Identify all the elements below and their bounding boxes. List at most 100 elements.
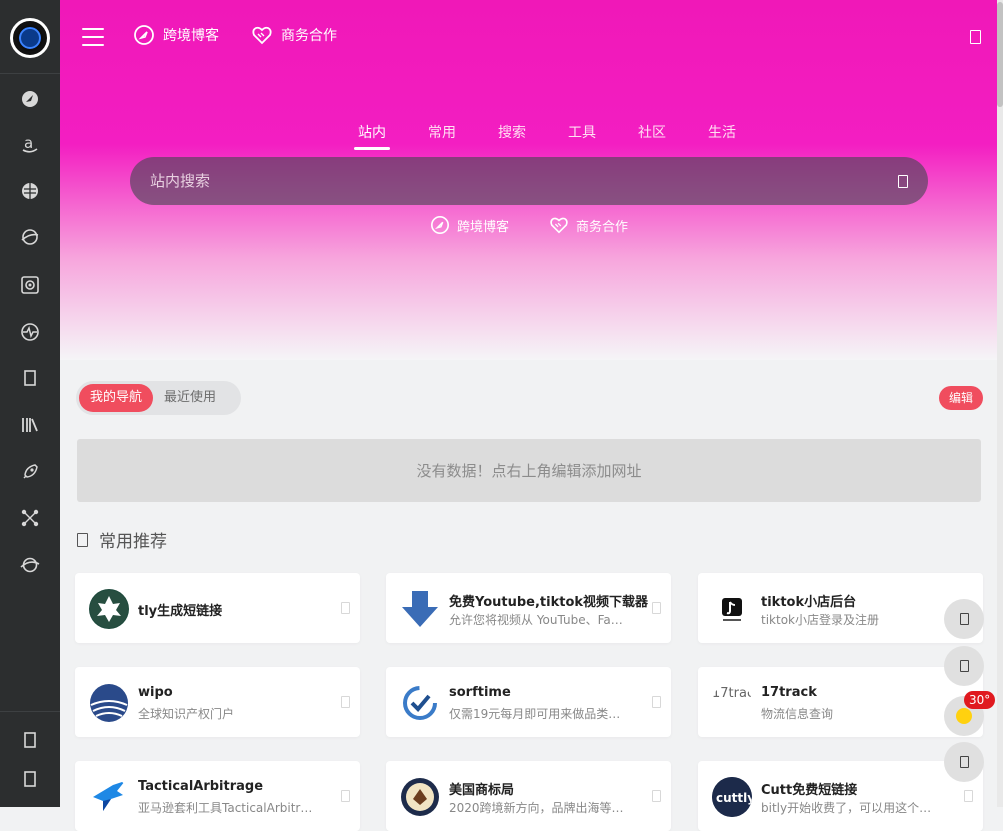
card-arrow-icon[interactable] bbox=[652, 602, 661, 614]
card-title: 美国商标局 bbox=[449, 783, 515, 798]
card-arrow-icon[interactable] bbox=[652, 790, 661, 802]
card-arrow-icon[interactable] bbox=[964, 790, 973, 802]
card-logo-tacticalarbitrage bbox=[89, 777, 129, 817]
search-input[interactable] bbox=[150, 172, 898, 190]
card-logo-cuttly: cuttly bbox=[712, 777, 752, 817]
card-logo-17track: 17track bbox=[712, 683, 752, 723]
handshake-heart-icon bbox=[252, 26, 272, 45]
card-arrow-icon[interactable] bbox=[652, 696, 661, 708]
sidebar-item-blog-icon[interactable] bbox=[18, 87, 42, 111]
float-icon bbox=[959, 613, 969, 625]
search-tab[interactable]: 搜索 bbox=[477, 122, 547, 150]
card-title: TacticalArbitrage bbox=[138, 779, 264, 794]
search-tab[interactable]: 社区 bbox=[617, 122, 687, 150]
card-desc: 2020跨境新方向，品牌出海等，站… bbox=[449, 801, 629, 815]
site-card[interactable]: 17track 17track 物流信息查询 bbox=[698, 667, 983, 737]
site-card[interactable]: cuttly Cutt免费短链接 bitly开始收费了，可以用这个替代 bbox=[698, 761, 983, 831]
svg-text:cuttly: cuttly bbox=[716, 791, 752, 805]
card-title: 17track bbox=[761, 685, 817, 700]
temperature-badge: 30° bbox=[964, 691, 996, 709]
card-title: wipo bbox=[138, 685, 173, 700]
card-logo-download bbox=[400, 589, 440, 629]
sidebar-bottom-item-icon[interactable] bbox=[18, 728, 42, 752]
site-card[interactable]: 免费Youtube,tiktok视频下载器 允许您将视频从 YouTube、Fa… bbox=[386, 573, 671, 643]
empty-message: 没有数据！点右上角编辑添加网址 bbox=[416, 462, 642, 480]
menu-icon[interactable] bbox=[82, 28, 104, 46]
sidebar-item-saturn-icon[interactable] bbox=[18, 553, 42, 577]
header-link-blog[interactable]: 跨境博客 bbox=[133, 24, 219, 46]
site-card[interactable]: sorftime 仅需19元每月即可用来做品类调研，… bbox=[386, 667, 671, 737]
header-action-icon[interactable] bbox=[970, 30, 981, 44]
card-arrow-icon[interactable] bbox=[341, 790, 350, 802]
sublink-label: 商务合作 bbox=[576, 219, 629, 235]
card-logo-sorftime bbox=[400, 683, 440, 723]
sidebar-divider bbox=[0, 73, 60, 74]
card-desc: bitly开始收费了，可以用这个替代 bbox=[761, 801, 941, 815]
header-link-label: 跨境博客 bbox=[163, 28, 219, 44]
search-tab[interactable]: 工具 bbox=[547, 122, 617, 150]
search-sublinks: 跨境博客 商务合作 bbox=[430, 215, 628, 235]
float-button[interactable] bbox=[944, 646, 984, 686]
handshake-heart-icon bbox=[550, 217, 568, 234]
sidebar-item-rocket-icon[interactable] bbox=[18, 460, 42, 484]
float-icon bbox=[959, 756, 969, 768]
sidebar: a bbox=[0, 0, 60, 807]
sidebar-item-amazon-icon[interactable]: a bbox=[18, 132, 42, 156]
search-tab[interactable]: 站内 bbox=[337, 122, 407, 150]
card-arrow-icon[interactable] bbox=[341, 696, 350, 708]
tab-my-nav[interactable]: 我的导航 bbox=[79, 384, 154, 412]
compass-icon bbox=[431, 216, 449, 234]
section-header: 常用推荐 bbox=[77, 527, 167, 552]
edit-button[interactable]: 编辑 bbox=[938, 386, 983, 410]
sidebar-item-pulse-icon[interactable] bbox=[18, 320, 42, 344]
compass-icon bbox=[134, 25, 154, 45]
sublink-blog[interactable]: 跨境博客 bbox=[430, 215, 509, 235]
sun-icon bbox=[956, 708, 972, 724]
empty-state: 没有数据！点右上角编辑添加网址 bbox=[77, 439, 981, 502]
section-icon bbox=[77, 532, 88, 547]
site-card[interactable]: tiktok小店后台 tiktok小店登录及注册 bbox=[698, 573, 983, 643]
site-card[interactable]: tly生成短链接 bbox=[75, 573, 360, 643]
site-card[interactable]: TacticalArbitrage 亚马逊套利工具TacticalArbitra… bbox=[75, 761, 360, 831]
search-submit-icon[interactable] bbox=[898, 174, 908, 188]
card-desc: 亚马逊套利工具TacticalArbitrage bbox=[138, 801, 318, 815]
sublink-business[interactable]: 商务合作 bbox=[549, 215, 628, 235]
card-desc: 全球知识产权门户 bbox=[138, 707, 235, 721]
search-bar bbox=[130, 157, 928, 205]
card-desc: tiktok小店登录及注册 bbox=[761, 613, 879, 627]
site-card[interactable]: 美国商标局 2020跨境新方向，品牌出海等，站… bbox=[386, 761, 671, 831]
float-button-top[interactable] bbox=[944, 599, 984, 639]
nav-tab-switch: 我的导航 最近使用 bbox=[76, 381, 241, 415]
tab-recent[interactable]: 最近使用 bbox=[153, 384, 227, 412]
site-logo[interactable] bbox=[10, 18, 50, 58]
site-card[interactable]: wipo 全球知识产权门户 bbox=[75, 667, 360, 737]
search-tab[interactable]: 常用 bbox=[407, 122, 477, 150]
card-desc: 仅需19元每月即可用来做品类调研，… bbox=[449, 707, 629, 721]
search-tabs: 站内 常用 搜索 工具 社区 生活 bbox=[337, 122, 757, 150]
card-desc: 允许您将视频从 YouTube、Facebook… bbox=[449, 613, 629, 627]
scrollbar-thumb[interactable] bbox=[997, 2, 1003, 107]
header-link-business[interactable]: 商务合作 bbox=[251, 24, 337, 46]
sidebar-item-planet-icon[interactable] bbox=[18, 225, 42, 249]
search-tab[interactable]: 生活 bbox=[687, 122, 757, 150]
card-logo-wipo bbox=[89, 683, 129, 723]
float-button[interactable] bbox=[944, 742, 984, 782]
card-title: tly生成短链接 bbox=[138, 604, 223, 619]
hero-banner: 跨境博客 商务合作 站内 常用 搜索 工具 社区 生活 跨境博客 商务合作 bbox=[60, 0, 1003, 360]
card-logo-tiktok-shop bbox=[712, 589, 752, 629]
card-desc: 物流信息查询 bbox=[761, 707, 834, 721]
sidebar-item-doc-icon[interactable] bbox=[18, 366, 42, 390]
card-title: Cutt免费短链接 bbox=[761, 783, 858, 798]
section-title: 常用推荐 bbox=[99, 532, 167, 552]
card-title: sorftime bbox=[449, 685, 511, 700]
sidebar-divider bbox=[0, 711, 60, 712]
scrollbar[interactable] bbox=[997, 0, 1003, 807]
sidebar-item-target-icon[interactable] bbox=[18, 273, 42, 297]
svg-text:a: a bbox=[24, 134, 33, 152]
sidebar-item-network-icon[interactable] bbox=[18, 506, 42, 530]
sidebar-bottom-item-icon[interactable] bbox=[18, 767, 42, 791]
sidebar-item-library-icon[interactable] bbox=[18, 413, 42, 437]
card-arrow-icon[interactable] bbox=[341, 602, 350, 614]
broken-image-alt: 17track bbox=[712, 686, 752, 701]
sidebar-item-globe-icon[interactable] bbox=[18, 179, 42, 203]
